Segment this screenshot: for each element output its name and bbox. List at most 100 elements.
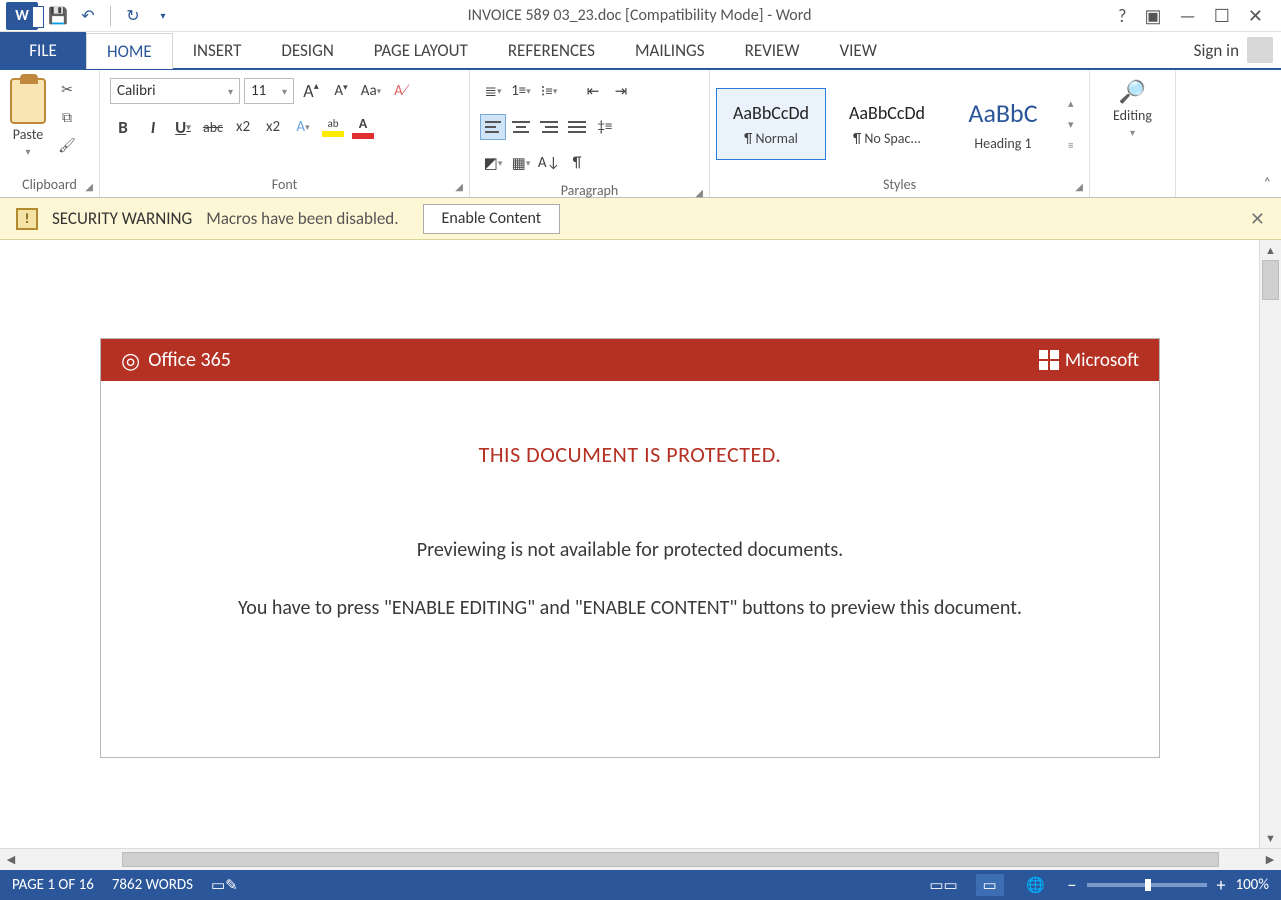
highlight-color-icon[interactable]: ab	[320, 114, 346, 140]
quick-access-toolbar: W 💾 ↶ ↻ ▾	[0, 2, 179, 30]
tab-insert[interactable]: INSERT	[173, 32, 262, 68]
multilevel-list-icon[interactable]: ⁝≡▾	[536, 78, 562, 104]
microsoft-logo-icon	[1039, 350, 1059, 370]
styles-up-icon[interactable]: ▴	[1068, 97, 1074, 110]
italic-button[interactable]: I	[140, 114, 166, 140]
underline-button[interactable]: U▾	[170, 114, 196, 140]
align-center-icon[interactable]	[508, 114, 534, 140]
read-mode-icon[interactable]: ▭▭	[930, 874, 958, 896]
sign-in-link[interactable]: Sign in	[1186, 32, 1281, 68]
line-spacing-icon[interactable]: ‡≡	[592, 114, 618, 140]
window-title: INVOICE 589 03_23.doc [Compatibility Mod…	[179, 6, 1100, 25]
zoom-in-icon[interactable]: +	[1217, 874, 1226, 896]
vscroll-thumb[interactable]	[1262, 260, 1279, 300]
qat-separator	[110, 6, 111, 26]
tab-review[interactable]: REVIEW	[725, 32, 820, 68]
align-right-icon[interactable]	[536, 114, 562, 140]
group-label-paragraph: Paragraph	[561, 182, 619, 199]
group-font: Calibri▾ 11▾ A▴ A▾ Aa▾ A⁄ B I U▾ abc x2 …	[100, 70, 470, 197]
font-name-combo[interactable]: Calibri▾	[110, 78, 240, 104]
styles-down-icon[interactable]: ▾	[1068, 118, 1074, 131]
shading-icon[interactable]: ◩▾	[480, 150, 506, 176]
word-count[interactable]: 7862 WORDS	[112, 876, 193, 894]
office365-logo-icon: ◎	[121, 347, 140, 374]
tab-references[interactable]: REFERENCES	[488, 32, 615, 68]
help-icon[interactable]: ?	[1118, 5, 1126, 27]
font-dialog-icon[interactable]: ◢	[455, 180, 463, 193]
group-paragraph: ≣▾ 1≡▾ ⁝≡▾ ⇤ ⇥ ‡≡ ◩▾ ▦▾ A↓ ¶ Paragraph ◢	[470, 70, 710, 197]
paste-button[interactable]: Paste ▾	[6, 74, 50, 162]
style-no-spacing[interactable]: AaBbCcDd ¶ No Spac...	[832, 88, 942, 160]
horizontal-scrollbar[interactable]: ◀ ▶	[0, 848, 1281, 870]
editing-button[interactable]: 🔎 Editing ▾	[1109, 74, 1156, 143]
minimize-icon[interactable]: —	[1179, 5, 1195, 27]
close-icon[interactable]: ✕	[1248, 5, 1263, 27]
font-color-icon[interactable]: A	[350, 114, 376, 140]
zoom-slider[interactable]	[1087, 883, 1207, 887]
page-count[interactable]: PAGE 1 OF 16	[12, 876, 94, 894]
zoom-out-icon[interactable]: −	[1068, 874, 1077, 896]
subscript-button[interactable]: x2	[230, 114, 256, 140]
scroll-right-icon[interactable]: ▶	[1259, 853, 1281, 866]
group-styles: AaBbCcDd ¶ Normal AaBbCcDd ¶ No Spac... …	[710, 70, 1090, 197]
clipboard-icon	[10, 78, 46, 124]
bullets-icon[interactable]: ≣▾	[480, 78, 506, 104]
doc-heading: THIS DOCUMENT IS PROTECTED.	[131, 441, 1129, 468]
maximize-icon[interactable]: ☐	[1214, 5, 1230, 27]
tab-mailings[interactable]: MAILINGS	[615, 32, 725, 68]
web-layout-icon[interactable]: 🌐	[1022, 874, 1050, 896]
zoom-level[interactable]: 100%	[1235, 876, 1269, 894]
styles-dialog-icon[interactable]: ◢	[1075, 180, 1083, 193]
hscroll-thumb[interactable]	[122, 852, 1219, 867]
change-case-icon[interactable]: Aa▾	[358, 78, 384, 104]
grow-font-icon[interactable]: A▴	[298, 78, 324, 104]
styles-more-icon[interactable]: ≡	[1068, 139, 1074, 152]
enable-content-button[interactable]: Enable Content	[423, 204, 561, 234]
borders-icon[interactable]: ▦▾	[508, 150, 534, 176]
redo-icon[interactable]: ↻	[123, 6, 143, 26]
strikethrough-button[interactable]: abc	[200, 114, 226, 140]
sort-icon[interactable]: A↓	[536, 150, 562, 176]
avatar-icon	[1247, 37, 1273, 63]
print-layout-icon[interactable]: ▭	[976, 874, 1004, 896]
security-warning-title: SECURITY WARNING	[52, 208, 192, 229]
spell-check-icon[interactable]: ▭✎	[211, 876, 238, 895]
superscript-button[interactable]: x2	[260, 114, 286, 140]
text-effects-icon[interactable]: A▾	[290, 114, 316, 140]
collapse-ribbon-icon[interactable]: ˄	[1263, 174, 1271, 191]
word-app-icon[interactable]: W	[6, 2, 38, 30]
paragraph-dialog-icon[interactable]: ◢	[695, 186, 703, 199]
tab-design[interactable]: DESIGN	[261, 32, 353, 68]
vertical-scrollbar[interactable]: ▲ ▼	[1259, 240, 1281, 848]
ribbon-display-icon[interactable]: ▣	[1144, 5, 1161, 27]
scroll-down-icon[interactable]: ▼	[1260, 828, 1281, 848]
increase-indent-icon[interactable]: ⇥	[608, 78, 634, 104]
tab-page-layout[interactable]: PAGE LAYOUT	[354, 32, 488, 68]
clear-formatting-icon[interactable]: A⁄	[388, 78, 414, 104]
style-heading-1[interactable]: AaBbC Heading 1	[948, 88, 1058, 160]
tab-home[interactable]: HOME	[86, 33, 173, 69]
style-normal[interactable]: AaBbCcDd ¶ Normal	[716, 88, 826, 160]
cut-icon[interactable]: ✂	[56, 78, 78, 100]
justify-icon[interactable]	[564, 114, 590, 140]
decrease-indent-icon[interactable]: ⇤	[580, 78, 606, 104]
qat-customize-icon[interactable]: ▾	[153, 6, 173, 26]
copy-icon[interactable]: ⧉	[56, 106, 78, 128]
format-painter-icon[interactable]: 🖌	[56, 134, 78, 156]
save-icon[interactable]: 💾	[48, 6, 68, 26]
show-hide-icon[interactable]: ¶	[564, 150, 590, 176]
document-canvas[interactable]: ◎ Office 365 Microsoft THIS DOCUMENT IS …	[0, 240, 1259, 848]
document-page: ◎ Office 365 Microsoft THIS DOCUMENT IS …	[100, 338, 1160, 758]
clipboard-dialog-icon[interactable]: ◢	[85, 180, 93, 193]
shrink-font-icon[interactable]: A▾	[328, 78, 354, 104]
bold-button[interactable]: B	[110, 114, 136, 140]
tab-file[interactable]: FILE	[0, 32, 86, 68]
scroll-up-icon[interactable]: ▲	[1260, 240, 1281, 260]
numbering-icon[interactable]: 1≡▾	[508, 78, 534, 104]
font-size-combo[interactable]: 11▾	[244, 78, 294, 104]
security-close-icon[interactable]: ✕	[1250, 208, 1265, 230]
scroll-left-icon[interactable]: ◀	[0, 853, 22, 866]
undo-icon[interactable]: ↶	[78, 6, 98, 26]
align-left-icon[interactable]	[480, 114, 506, 140]
tab-view[interactable]: VIEW	[819, 32, 896, 68]
